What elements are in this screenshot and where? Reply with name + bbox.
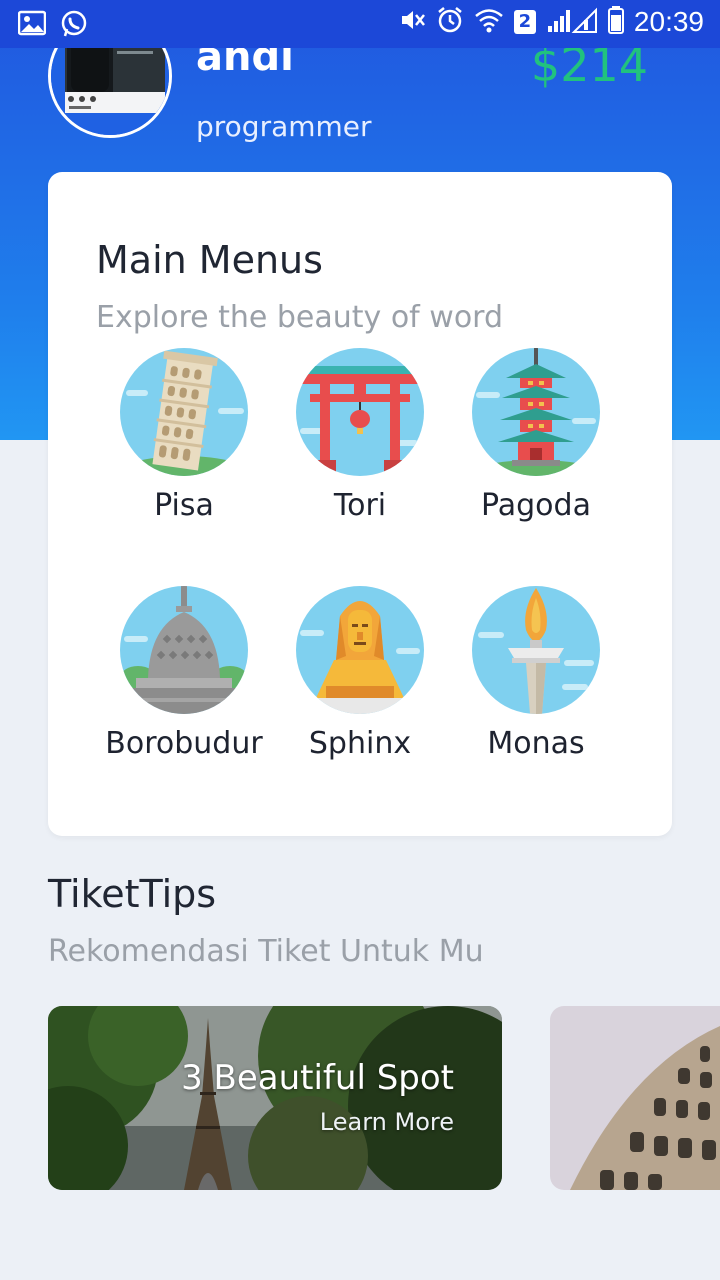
menu-item-label: Monas [487,726,585,761]
menu-item-tori[interactable]: Tori [272,348,448,538]
torii-gate-icon [296,348,424,476]
mute-icon [398,6,426,38]
signal-icon [546,6,598,38]
menu-item-monas[interactable]: Monas [448,586,624,776]
eiffel-tower-photo [48,1006,502,1190]
menu-item-pagoda[interactable]: Pagoda [448,348,624,538]
tip-card-colosseum[interactable] [550,1006,720,1190]
menu-item-label: Sphinx [308,726,412,761]
menu-item-label: Pagoda [481,488,591,523]
menu-item-label: Pisa [154,488,214,523]
monas-monument-icon [472,586,600,714]
leaning-tower-icon [120,348,248,476]
learn-more-link[interactable]: Learn More [320,1108,454,1136]
wifi-icon [474,7,504,37]
tip-card-eiffel[interactable]: 3 Beautiful Spot Learn More [48,1006,502,1190]
main-menu-title: Main Menus [96,238,323,282]
clock-time: 20:39 [633,6,704,37]
sphinx-icon [296,586,424,714]
alarm-icon [436,6,464,38]
borobudur-stupa-icon [120,586,248,714]
menu-item-borobudur[interactable]: Borobudur [96,586,272,776]
colosseum-photo [550,1006,720,1190]
whatsapp-notification-icon [60,10,88,42]
main-menu-card: Main Menus Explore the beauty of word Pi… [48,172,672,836]
user-role: programmer [196,110,372,143]
gallery-notification-icon [17,10,47,42]
menu-item-pisa[interactable]: Pisa [96,348,272,538]
battery-icon [607,6,624,38]
menu-item-label: Borobudur [105,726,263,761]
tip-card-title: 3 Beautiful Spot [181,1058,454,1098]
main-menu-subtitle: Explore the beauty of word [96,300,504,335]
sim-badge: 2 [513,10,536,34]
tiket-tips-title: TiketTips [48,872,217,916]
tiket-tips-subtitle: Rekomendasi Tiket Untuk Mu [48,934,484,969]
menu-item-label: Tori [333,488,387,523]
status-bar: 2 20:39 [0,0,720,48]
pagoda-icon [472,348,600,476]
menu-item-sphinx[interactable]: Sphinx [272,586,448,776]
